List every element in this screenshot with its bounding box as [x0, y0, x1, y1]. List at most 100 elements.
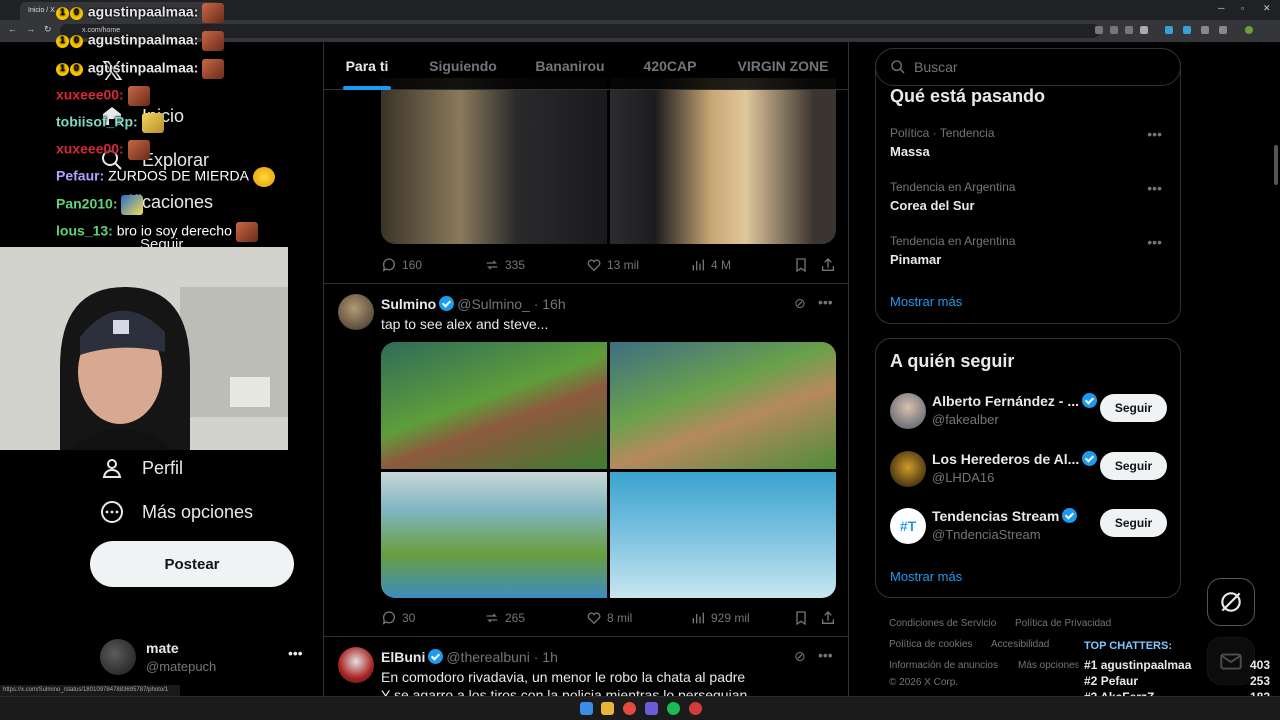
media-photo[interactable]: [381, 342, 607, 469]
minimize-icon[interactable]: ─: [1218, 3, 1224, 13]
tab-bananirou[interactable]: Bananirou: [516, 42, 624, 90]
search-input[interactable]: Buscar: [914, 59, 958, 75]
trend-item[interactable]: Tendencia en Argentina Corea del Sur •••: [890, 180, 1170, 213]
reply-button[interactable]: 160: [381, 257, 422, 273]
author-name[interactable]: ElBuni: [381, 649, 425, 665]
like-button[interactable]: 8 mil: [586, 610, 632, 626]
follow-button[interactable]: Seguir: [1100, 394, 1167, 422]
bookmark-button[interactable]: [793, 257, 809, 273]
trend-item[interactable]: Tendencia en Argentina Pinamar •••: [890, 234, 1170, 267]
follow-button[interactable]: Seguir: [1100, 452, 1167, 480]
views-button[interactable]: 4 M: [690, 257, 731, 273]
spotify-icon[interactable]: [667, 702, 680, 715]
tweet-media-grid[interactable]: [381, 78, 836, 244]
follow-button[interactable]: Seguir: [1100, 509, 1167, 537]
account-switcher[interactable]: mate @matepuch •••: [100, 637, 310, 679]
tab-siguiendo[interactable]: Siguiendo: [410, 42, 516, 90]
extension-icon[interactable]: [1201, 26, 1209, 34]
trends-panel: Qué está pasando Política · Tendencia Ma…: [875, 62, 1181, 324]
author-name[interactable]: Sulmino: [381, 296, 436, 312]
author-handle[interactable]: @therealbuni: [446, 649, 530, 665]
footer-link[interactable]: Política de Privacidad: [1015, 618, 1111, 629]
follow-suggestion[interactable]: #T Tendencias Stream @TndenciaStream Seg…: [890, 506, 1170, 546]
grok-button[interactable]: [1207, 578, 1255, 626]
browser-tab[interactable]: Inicio / X: [20, 2, 220, 20]
more-icon[interactable]: •••: [1147, 126, 1162, 142]
sidebar-item-more[interactable]: Más opciones: [100, 500, 253, 524]
divider: [324, 636, 848, 637]
sidebar-item-notifications[interactable]: tificaciones: [124, 192, 213, 213]
grok-analyze-icon[interactable]: ⊘: [794, 295, 806, 312]
maximize-icon[interactable]: ▫: [1241, 3, 1244, 13]
share-button[interactable]: [820, 610, 836, 626]
repost-button[interactable]: 265: [484, 610, 525, 626]
avatar[interactable]: [338, 294, 374, 330]
more-icon[interactable]: •••: [818, 294, 833, 310]
reply-button[interactable]: 30: [381, 610, 415, 626]
like-button[interactable]: 13 mil: [586, 257, 639, 273]
trend-item[interactable]: Política · Tendencia Massa •••: [890, 126, 1170, 159]
sidebar-item-home[interactable]: Inicio: [100, 104, 184, 128]
tweet-time[interactable]: · 1h: [534, 649, 558, 665]
bookmark-button[interactable]: [793, 610, 809, 626]
tab-420cap[interactable]: 420CAP: [624, 42, 716, 90]
trend-name: Pinamar: [890, 252, 942, 267]
app-icon[interactable]: [689, 702, 702, 715]
follow-suggestion[interactable]: Los Herederos de Al... @LHDA16 Seguir: [890, 449, 1170, 489]
share-icon: [822, 258, 834, 271]
media-photo[interactable]: [610, 472, 836, 598]
close-window-icon[interactable]: ✕: [1263, 3, 1271, 14]
extension-icon[interactable]: [1110, 26, 1118, 34]
views-button[interactable]: 929 mil: [690, 610, 750, 626]
tweet-media-grid[interactable]: [381, 342, 836, 598]
footer-link[interactable]: Política de cookies: [889, 639, 972, 650]
post-button[interactable]: Postear: [90, 541, 294, 587]
show-more-link[interactable]: Mostrar más: [890, 294, 962, 309]
footer-link[interactable]: Condiciones de Servicio: [889, 618, 996, 629]
profile-avatar-icon[interactable]: [1245, 26, 1253, 34]
media-photo[interactable]: [381, 472, 607, 598]
address-bar[interactable]: x.com/home: [60, 24, 1100, 38]
follow-suggestion[interactable]: Alberto Fernández - ... @fakealber Segui…: [890, 391, 1170, 431]
chrome-icon[interactable]: [623, 702, 636, 715]
extension-icon[interactable]: [1165, 26, 1173, 34]
scrollbar[interactable]: [1272, 42, 1280, 696]
more-icon[interactable]: •••: [818, 647, 833, 663]
more-icon[interactable]: •••: [1147, 180, 1162, 196]
sidebar-item-profile[interactable]: Perfil: [100, 456, 183, 480]
share-button[interactable]: [820, 257, 836, 273]
extension-icon[interactable]: [1095, 26, 1103, 34]
scrollbar-thumb[interactable]: [1274, 145, 1278, 185]
show-more-link[interactable]: Mostrar más: [890, 569, 962, 584]
forward-icon[interactable]: →: [26, 24, 35, 34]
tab-virgin-zone[interactable]: VIRGIN ZONE: [716, 42, 848, 90]
search-box[interactable]: Buscar: [875, 48, 1181, 86]
extension-icon[interactable]: [1125, 26, 1133, 34]
author-handle[interactable]: @Sulmino_: [457, 296, 530, 312]
app-icon[interactable]: [645, 702, 658, 715]
tab-para-ti[interactable]: Para ti: [324, 42, 410, 90]
repost-count: 265: [505, 611, 526, 625]
footer-link[interactable]: Accesibilidad: [991, 639, 1049, 650]
view-count: 929 mil: [711, 611, 750, 625]
x-logo-icon[interactable]: 𝕏: [102, 56, 123, 87]
file-explorer-icon[interactable]: [601, 702, 614, 715]
back-icon[interactable]: ←: [8, 24, 17, 34]
sidebar-item-explore[interactable]: Explorar: [100, 148, 209, 172]
media-photo[interactable]: [381, 78, 607, 244]
extension-icon[interactable]: [1183, 26, 1191, 34]
avatar[interactable]: [338, 647, 374, 683]
tweet-header: Sulmino @Sulmino_ · 16h: [381, 296, 566, 312]
repost-button[interactable]: 335: [484, 257, 525, 273]
chatter-rank: #1: [1084, 658, 1098, 672]
more-icon[interactable]: •••: [1147, 234, 1162, 250]
media-photo[interactable]: [610, 78, 836, 244]
media-photo[interactable]: [610, 342, 836, 469]
reload-icon[interactable]: ↻: [44, 24, 52, 35]
grok-analyze-icon[interactable]: ⊘: [794, 648, 806, 665]
star-icon[interactable]: [1140, 26, 1148, 34]
extension-icon[interactable]: [1219, 26, 1227, 34]
windows-start-icon[interactable]: [580, 702, 593, 715]
footer-link[interactable]: Información de anuncios: [889, 660, 998, 671]
tweet-time[interactable]: · 16h: [534, 296, 566, 312]
